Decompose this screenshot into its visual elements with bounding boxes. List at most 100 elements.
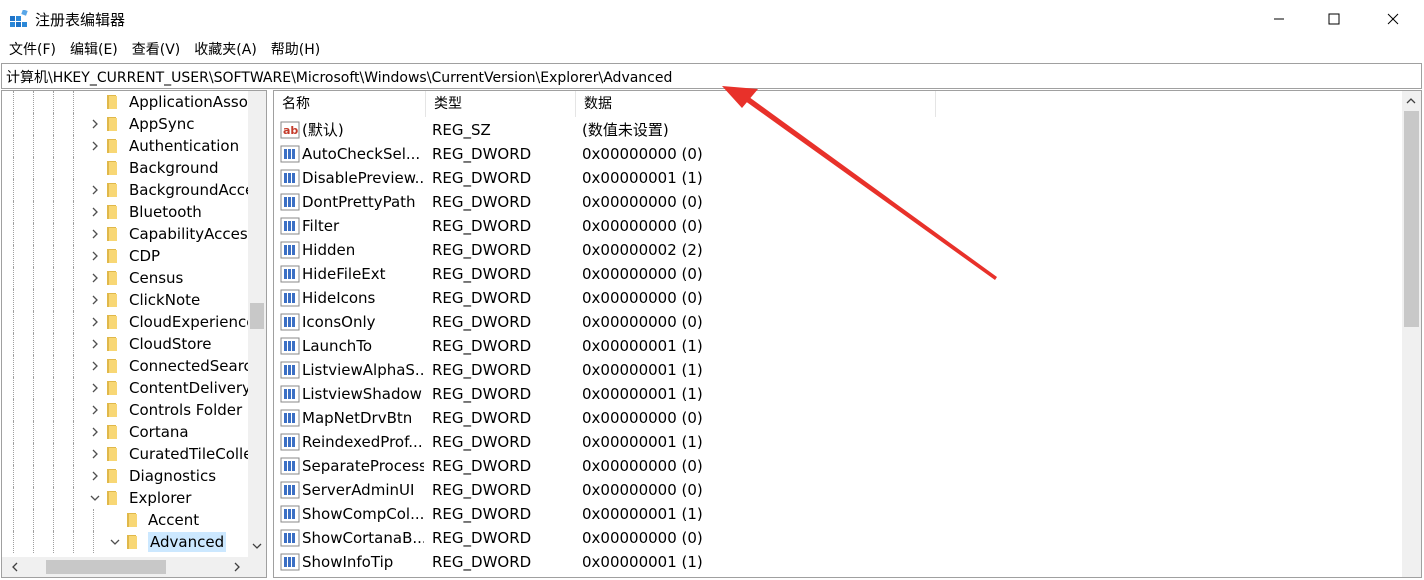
- value-row[interactable]: DisablePreview... REG_DWORD 0x00000001 (1): [274, 166, 1404, 190]
- tree-item[interactable]: Diagnostics: [2, 465, 248, 487]
- tree-item[interactable]: CDP: [2, 245, 248, 267]
- menu-edit[interactable]: 编辑(E): [63, 38, 125, 62]
- values-vertical-scroll-thumb[interactable]: [1404, 111, 1419, 327]
- chevron-right-icon[interactable]: [90, 405, 100, 415]
- address-bar[interactable]: 计算机\HKEY_CURRENT_USER\SOFTWARE\Microsoft…: [1, 63, 1422, 89]
- chevron-right-icon[interactable]: [90, 185, 100, 195]
- close-button[interactable]: [1364, 0, 1422, 38]
- chevron-down-icon[interactable]: [110, 537, 120, 547]
- value-type: REG_DWORD: [432, 265, 532, 283]
- address-path[interactable]: 计算机\HKEY_CURRENT_USER\SOFTWARE\Microsoft…: [6, 67, 672, 87]
- value-type: REG_DWORD: [432, 457, 532, 475]
- chevron-right-icon[interactable]: [90, 295, 100, 305]
- minimize-button[interactable]: [1250, 0, 1308, 38]
- values-vertical-scrollbar[interactable]: [1402, 91, 1421, 577]
- folder-icon: [127, 513, 137, 527]
- chevron-right-icon[interactable]: [90, 273, 100, 283]
- tree-guide-line: [33, 531, 34, 553]
- values-scroll-up-arrow[interactable]: [1402, 92, 1420, 110]
- tree-item[interactable]: BackgroundAcce: [2, 179, 254, 201]
- column-header-name[interactable]: 名称: [274, 91, 426, 117]
- chevron-right-icon[interactable]: [90, 361, 100, 371]
- tree-guide-line: [73, 289, 74, 311]
- tree-item[interactable]: CloudExperience: [2, 311, 256, 333]
- chevron-right-icon[interactable]: [90, 427, 100, 437]
- tree-horizontal-scroll-thumb[interactable]: [46, 560, 166, 574]
- key-tree-pane[interactable]: ApplicationAsso AppSync Authentication Back…: [1, 90, 267, 578]
- value-row[interactable]: ListviewAlphaS... REG_DWORD 0x00000001 (1): [274, 358, 1404, 382]
- value-type: REG_DWORD: [432, 241, 532, 259]
- tree-item[interactable]: Advanced: [2, 531, 248, 553]
- tree-item-label: Accent: [148, 511, 200, 529]
- tree-item[interactable]: Explorer: [2, 487, 248, 509]
- value-row[interactable]: SeparateProcess REG_DWORD 0x00000000 (0): [274, 454, 1404, 478]
- value-row[interactable]: Filter REG_DWORD 0x00000000 (0): [274, 214, 1404, 238]
- chevron-right-icon[interactable]: [90, 471, 100, 481]
- tree-item[interactable]: Census: [2, 267, 248, 289]
- value-row[interactable]: LaunchTo REG_DWORD 0x00000001 (1): [274, 334, 1404, 358]
- tree-item[interactable]: ConnectedSearc: [2, 355, 252, 377]
- value-row[interactable]: ReindexedProf... REG_DWORD 0x00000001 (1): [274, 430, 1404, 454]
- chevron-right-icon[interactable]: [90, 339, 100, 349]
- value-type: REG_DWORD: [432, 361, 532, 379]
- menu-view[interactable]: 查看(V): [125, 38, 188, 62]
- chevron-right-icon[interactable]: [90, 449, 100, 459]
- value-name: MapNetDrvBtn: [302, 409, 413, 427]
- menu-help[interactable]: 帮助(H): [264, 38, 327, 62]
- chevron-right-icon[interactable]: [90, 207, 100, 217]
- dword-value-icon: [280, 337, 300, 355]
- value-row[interactable]: ShowCompCol... REG_DWORD 0x00000001 (1): [274, 502, 1404, 526]
- value-row[interactable]: ListviewShadow REG_DWORD 0x00000001 (1): [274, 382, 1404, 406]
- tree-item[interactable]: Cortana: [2, 421, 248, 443]
- tree-item[interactable]: Authentication: [2, 135, 248, 157]
- tree-item[interactable]: CapabilityAccess: [2, 223, 256, 245]
- tree-vertical-scrollbar[interactable]: [248, 91, 266, 557]
- value-row[interactable]: AutoCheckSel... REG_DWORD 0x00000000 (0): [274, 142, 1404, 166]
- tree-item[interactable]: Background: [2, 157, 248, 179]
- tree-guide-line: [53, 289, 54, 311]
- chevron-right-icon[interactable]: [90, 251, 100, 261]
- tree-guide-line: [93, 509, 94, 531]
- value-row[interactable]: HideIcons REG_DWORD 0x00000000 (0): [274, 286, 1404, 310]
- chevron-right-icon[interactable]: [90, 119, 100, 129]
- folder-icon: [107, 469, 117, 483]
- tree-item[interactable]: Controls Folder: [2, 399, 248, 421]
- tree-item[interactable]: Bluetooth: [2, 201, 248, 223]
- tree-guide-line: [33, 267, 34, 289]
- chevron-right-icon[interactable]: [90, 383, 100, 393]
- chevron-right-icon[interactable]: [90, 317, 100, 327]
- tree-item[interactable]: CloudStore: [2, 333, 248, 355]
- tree-item[interactable]: ApplicationAsso: [2, 91, 248, 113]
- tree-scroll-left-arrow[interactable]: [6, 558, 24, 576]
- tree-scroll-right-arrow[interactable]: [228, 558, 246, 576]
- chevron-down-icon[interactable]: [90, 493, 100, 503]
- chevron-right-icon[interactable]: [90, 141, 100, 151]
- tree-item[interactable]: CuratedTileColle: [2, 443, 252, 465]
- tree-item[interactable]: AppSync: [2, 113, 248, 135]
- value-row[interactable]: MapNetDrvBtn REG_DWORD 0x00000000 (0): [274, 406, 1404, 430]
- column-header-data[interactable]: 数据: [576, 91, 936, 117]
- tree-scroll-down-arrow[interactable]: [248, 537, 266, 555]
- value-row[interactable]: HideFileExt REG_DWORD 0x00000000 (0): [274, 262, 1404, 286]
- tree-item-label: Controls Folder: [129, 401, 243, 419]
- value-row[interactable]: ShowCortanaB... REG_DWORD 0x00000000 (0): [274, 526, 1404, 550]
- values-pane[interactable]: 名称 类型 数据 ab (默认) REG_SZ (数值未设置) AutoCheckSel…: [273, 90, 1422, 578]
- tree-item[interactable]: Accent: [2, 509, 248, 531]
- tree-vertical-scroll-thumb[interactable]: [250, 303, 264, 329]
- menu-favorites[interactable]: 收藏夹(A): [187, 38, 264, 62]
- tree-item[interactable]: ClickNote: [2, 289, 248, 311]
- string-value-icon: ab: [280, 121, 300, 139]
- value-row[interactable]: ServerAdminUI REG_DWORD 0x00000000 (0): [274, 478, 1404, 502]
- tree-guide-line: [13, 113, 14, 135]
- value-row[interactable]: ab (默认) REG_SZ (数值未设置): [274, 118, 1404, 142]
- value-row[interactable]: Hidden REG_DWORD 0x00000002 (2): [274, 238, 1404, 262]
- tree-horizontal-scrollbar[interactable]: [2, 557, 248, 577]
- value-row[interactable]: ShowInfoTip REG_DWORD 0x00000001 (1): [274, 550, 1404, 574]
- value-row[interactable]: IconsOnly REG_DWORD 0x00000000 (0): [274, 310, 1404, 334]
- column-header-type[interactable]: 类型: [426, 91, 576, 117]
- chevron-right-icon[interactable]: [90, 229, 100, 239]
- maximize-button[interactable]: [1305, 0, 1363, 38]
- tree-item[interactable]: ContentDelivery: [2, 377, 251, 399]
- menu-file[interactable]: 文件(F): [2, 38, 63, 62]
- value-row[interactable]: DontPrettyPath REG_DWORD 0x00000000 (0): [274, 190, 1404, 214]
